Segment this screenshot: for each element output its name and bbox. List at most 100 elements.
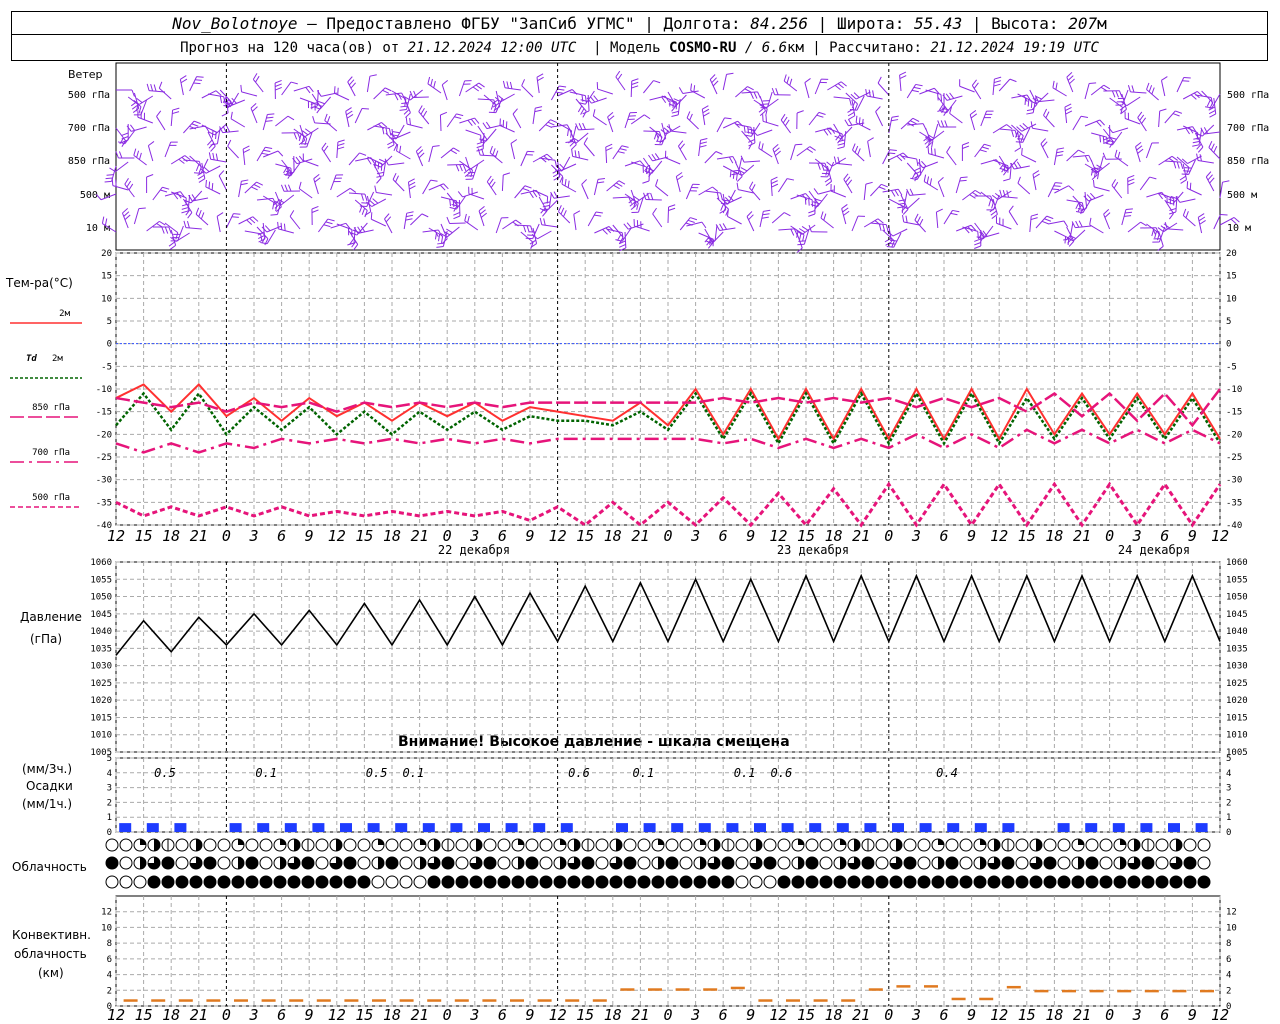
wind-barb-feather <box>265 146 273 150</box>
wind-barb-feather <box>702 108 710 114</box>
cloud-symbol <box>455 875 469 889</box>
wind-barb-feather <box>1131 85 1135 93</box>
cloud-symbol <box>1169 856 1183 870</box>
wind-barb-feather <box>388 128 392 136</box>
wind-barb-staff <box>447 163 464 166</box>
wind-barb-staff <box>801 224 816 235</box>
precip-bar <box>616 823 628 832</box>
wind-barb-staff <box>770 180 773 197</box>
wind-barb <box>179 75 188 96</box>
wind-barb-staff <box>321 148 332 163</box>
wind-barb-feather <box>557 88 565 91</box>
wind-barb-staff <box>1109 97 1123 108</box>
wind-barb-feather <box>796 110 804 114</box>
wind-barb-feather <box>446 216 451 224</box>
wind-barb-feather <box>679 143 685 150</box>
wind-barb-feather <box>1099 135 1102 143</box>
wind-barb <box>510 139 518 160</box>
wind-barb-feather <box>1032 170 1040 175</box>
wind-barb-feather <box>1045 111 1050 119</box>
wind-barb <box>935 208 943 229</box>
wind-barb <box>943 209 960 225</box>
cloud-fill <box>840 857 846 869</box>
cloud-fill <box>568 876 580 888</box>
wind-barb-feather <box>897 202 905 205</box>
wind-barb <box>502 80 521 91</box>
wind-barb-staff <box>262 222 266 239</box>
wind-barb-feather <box>453 215 461 220</box>
wind-barb <box>999 128 1018 138</box>
cloud-symbol <box>539 856 553 870</box>
wind-barb <box>384 213 393 234</box>
wind-barb-feather <box>746 211 753 217</box>
wind-barb-feather <box>138 207 146 210</box>
wind-barb-feather <box>191 123 199 127</box>
wind-barb-feather <box>1068 240 1075 247</box>
wind-barb-feather <box>574 150 577 158</box>
conv-bar <box>1062 989 1076 993</box>
wind-barb <box>578 90 595 105</box>
precip-bar <box>395 823 408 832</box>
wind-barb-staff <box>711 231 724 244</box>
wind-barb-staff <box>324 120 338 132</box>
wind-barb-feather <box>1181 173 1189 175</box>
wind-barb-feather <box>990 210 997 216</box>
wind-barb <box>539 217 558 228</box>
wind-barb <box>845 92 858 111</box>
cloud-symbol <box>1029 875 1043 889</box>
wind-barb-feather <box>160 189 168 193</box>
wind-barb <box>147 141 155 162</box>
wind-barb-feather <box>837 83 844 89</box>
cloud-symbol <box>763 838 777 852</box>
conv-bar <box>730 986 745 990</box>
wind-barb-feather <box>786 76 790 84</box>
wind-barb-feather <box>553 176 561 181</box>
wind-barb-staff <box>796 194 813 201</box>
wind-barb <box>906 188 926 196</box>
wind-barb <box>740 155 761 163</box>
wind-barb-feather <box>364 193 368 201</box>
cloud-fill <box>316 876 328 888</box>
wind-barb-feather <box>881 183 888 188</box>
cloud-circle <box>1085 838 1099 852</box>
conv-bar <box>592 999 607 1002</box>
pressure-ytick-right: 1050 <box>1226 593 1248 603</box>
wind-barb-feather <box>631 85 639 89</box>
cloud-circle <box>875 838 889 852</box>
wind-barb-staff <box>992 79 995 96</box>
wind-barb-feather <box>370 212 373 220</box>
cloud-symbol <box>623 875 637 889</box>
wind-barb <box>925 89 943 102</box>
cloud-symbol <box>385 838 399 852</box>
wind-barb-staff <box>412 96 429 99</box>
wind-barb-feather <box>909 188 914 196</box>
temp-ytick: 0 <box>107 340 112 350</box>
wind-barb-feather <box>1057 147 1065 150</box>
cloud-symbol <box>245 875 259 889</box>
wind-barb <box>321 142 332 163</box>
wind-barb-feather <box>1066 72 1073 78</box>
wind-barb-feather <box>671 114 679 118</box>
cloud-symbol <box>959 875 973 889</box>
wind-barb-feather <box>837 142 845 146</box>
wind-barb-feather <box>1108 126 1114 133</box>
cloud-symbol <box>217 875 231 889</box>
wind-barb-feather <box>631 81 639 86</box>
wind-barb-staff <box>735 86 748 98</box>
wind-barb-feather <box>521 79 526 86</box>
wind-barb-staff <box>514 224 531 227</box>
cloud-fill <box>994 839 1000 851</box>
wind-barb-feather <box>111 178 114 186</box>
cloud-fill <box>1072 876 1084 888</box>
cloud-fill <box>1198 876 1210 888</box>
precip-bar <box>560 823 573 832</box>
wind-barb-staff <box>634 225 650 232</box>
wind-barb-feather <box>668 204 676 208</box>
wind-barb-feather <box>1015 141 1023 143</box>
conv-bar <box>482 999 497 1002</box>
wind-barb-staff <box>256 197 273 201</box>
wind-barb-feather <box>440 111 448 116</box>
wind-barb <box>810 193 828 208</box>
wind-barb <box>274 79 282 100</box>
wind-barb <box>137 110 153 124</box>
